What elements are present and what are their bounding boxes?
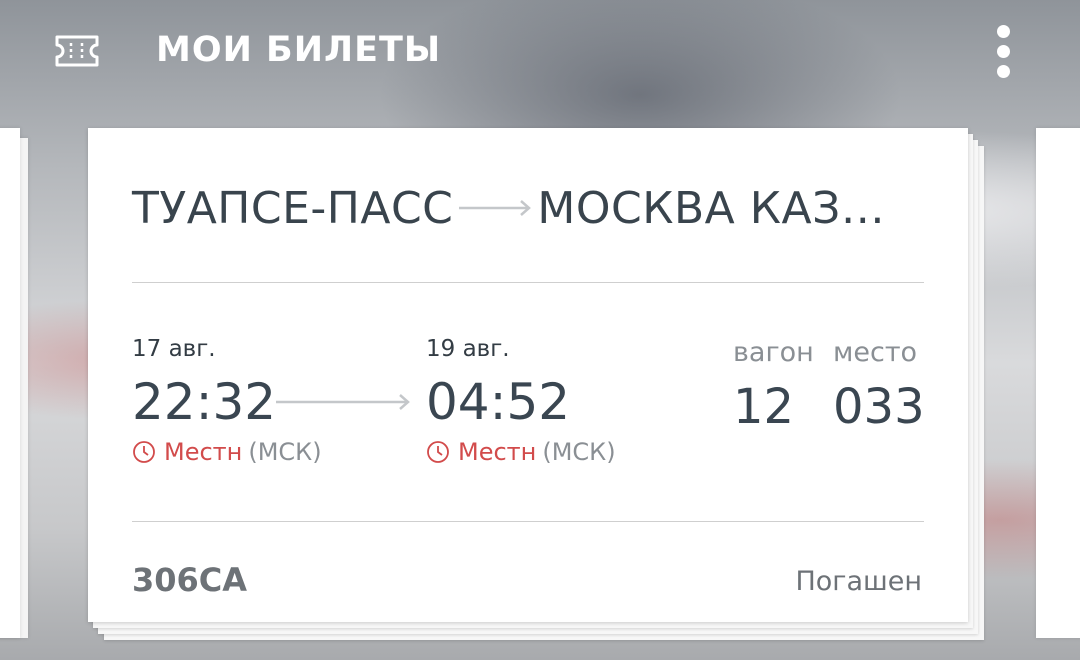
seat-label: место: [833, 337, 918, 368]
departure-tz-local: Местн: [164, 438, 243, 466]
car-value: 12: [733, 379, 795, 435]
arrival-time: 04:52: [426, 373, 571, 431]
ticket-icon[interactable]: [54, 34, 100, 68]
car-label: вагон: [733, 337, 814, 368]
time-arrow-icon: [276, 394, 410, 410]
next-ticket-card[interactable]: [1036, 128, 1080, 638]
arrival-block: 19 авг. 04:52 Местн (МСК): [426, 334, 616, 468]
arrival-tz-msk: (МСК): [542, 438, 616, 466]
clock-icon: [427, 441, 449, 463]
ticket-card[interactable]: ТУАПСЕ-ПАСС МОСКВА КАЗ… 17 авг. 22:32 Ме…: [88, 128, 968, 622]
top-app-bar: МОИ БИЛЕТЫ: [0, 0, 1080, 104]
arrival-timezone: Местн (МСК): [426, 436, 616, 468]
arrival-tz-local: Местн: [458, 438, 537, 466]
seat-value: 033: [833, 379, 925, 435]
departure-tz-msk: (МСК): [248, 438, 322, 466]
screen: МОИ БИЛЕТЫ ТУАПСЕ-ПАСС МОСКВА КАЗ… 17 ав…: [0, 0, 1080, 660]
departure-date: 17 авг.: [132, 336, 216, 362]
divider-bottom: [132, 521, 924, 522]
train-number: 306СА: [132, 561, 248, 599]
car-block: вагон 12: [733, 336, 814, 436]
clock-icon: [133, 441, 155, 463]
arrival-date: 19 авг.: [426, 336, 510, 362]
route-to: МОСКВА КАЗ…: [537, 182, 886, 234]
divider-top: [132, 282, 924, 283]
more-vert-icon[interactable]: [984, 22, 1024, 82]
seat-block: место 033: [833, 336, 925, 436]
previous-ticket-card[interactable]: [0, 128, 20, 638]
page-title: МОИ БИЛЕТЫ: [156, 30, 442, 70]
route-arrow-icon: [459, 200, 532, 216]
route-from: ТУАПСЕ-ПАСС: [132, 182, 454, 234]
ticket-status: Погашен: [795, 566, 922, 597]
route: ТУАПСЕ-ПАСС МОСКВА КАЗ…: [132, 180, 885, 236]
departure-timezone: Местн (МСК): [132, 436, 322, 468]
